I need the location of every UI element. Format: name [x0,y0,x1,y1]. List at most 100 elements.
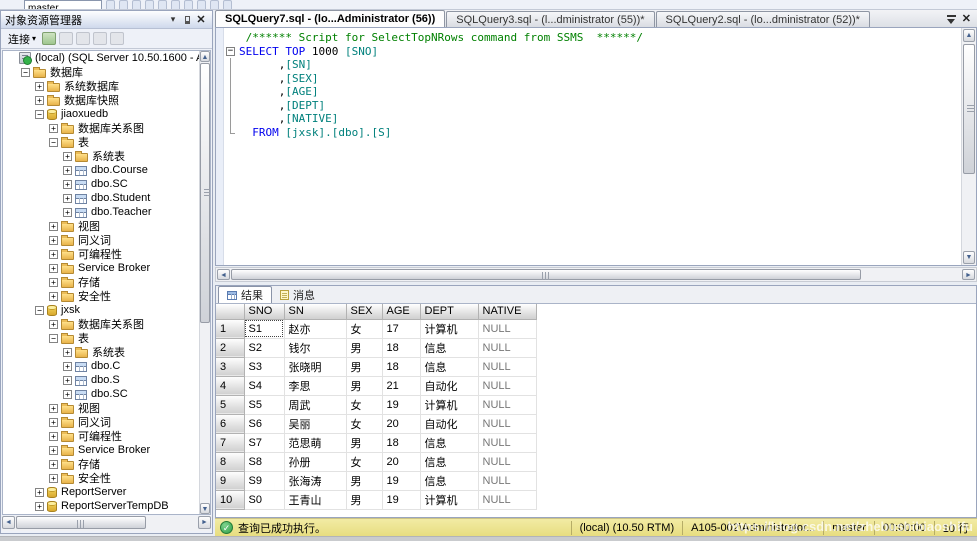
column-header-sn[interactable]: SN [284,304,346,319]
grid-cell[interactable]: 信息 [420,452,478,471]
execute-icon[interactable] [106,0,115,10]
expand-icon[interactable]: + [63,376,72,385]
connect-button[interactable]: 连接 ▾ [5,30,39,48]
row-number[interactable]: 5 [216,395,244,414]
grid-cell[interactable]: 信息 [420,338,478,357]
tree-item-dbo.s[interactable]: +dbo.S [3,373,199,387]
scroll-up-icon[interactable]: ▲ [963,29,975,42]
grid-cell[interactable]: 21 [382,376,420,395]
code-line[interactable]: ,[SN] [226,58,960,72]
expand-icon[interactable]: + [49,124,58,133]
expand-icon[interactable]: + [35,502,44,511]
debug-icon[interactable] [119,0,128,10]
toolbar-icon[interactable] [145,0,154,10]
close-icon[interactable]: ✕ [194,13,208,26]
database-combo[interactable] [24,0,102,10]
expand-icon[interactable]: + [49,404,58,413]
expand-icon[interactable]: + [63,390,72,399]
grid-cell[interactable]: S2 [244,338,284,357]
stop-icon[interactable] [59,32,73,45]
row-number[interactable]: 10 [216,490,244,509]
expand-icon[interactable]: + [63,362,72,371]
toolbar-icon[interactable] [197,0,206,10]
tree-item--[interactable]: +系统数据库 [3,79,199,93]
expand-icon[interactable]: + [49,236,58,245]
tree-item--[interactable]: +视图 [3,219,199,233]
grid-cell[interactable]: 张晓明 [284,357,346,376]
tree-item--[interactable]: +安全性 [3,471,199,485]
grid-cell[interactable]: 自动化 [420,376,478,395]
scroll-down-icon[interactable]: ▼ [963,251,975,264]
grid-cell[interactable]: NULL [478,433,536,452]
collapse-icon[interactable]: − [35,110,44,119]
tree-item-jxsk[interactable]: −jxsk [3,303,199,317]
row-number[interactable]: 2 [216,338,244,357]
grid-cell[interactable]: S8 [244,452,284,471]
grid-cell[interactable]: NULL [478,376,536,395]
grid-cell[interactable]: 女 [346,395,382,414]
scrollbar-thumb[interactable] [200,63,210,323]
tree-vertical-scrollbar[interactable]: ▲ ▼ [199,51,210,514]
tree-item--[interactable]: +同义词 [3,233,199,247]
scroll-left-icon[interactable]: ◄ [2,516,15,529]
grid-cell[interactable]: 信息 [420,433,478,452]
column-header-sex[interactable]: SEX [346,304,382,319]
toolbar-icon[interactable] [210,0,219,10]
grid-cell[interactable]: 20 [382,452,420,471]
results-tab-messages[interactable]: 消息 [272,286,323,303]
grid-cell[interactable]: 计算机 [420,490,478,509]
tree-item--[interactable]: +存储 [3,275,199,289]
disconnect-icon[interactable] [42,32,56,45]
grid-cell[interactable]: S1 [244,319,284,338]
collapse-icon[interactable]: − [49,138,58,147]
tree-item-reportserver[interactable]: +ReportServer [3,485,199,499]
expand-icon[interactable]: + [49,292,58,301]
tree-item--[interactable]: +安全性 [3,289,199,303]
tree-item--[interactable]: +数据库关系图 [3,317,199,331]
grid-cell[interactable]: 女 [346,452,382,471]
expand-icon[interactable]: + [49,432,58,441]
grid-cell[interactable]: 男 [346,490,382,509]
collapse-icon[interactable]: − [21,68,30,77]
grid-cell[interactable]: 男 [346,433,382,452]
tree-item--[interactable]: +数据库关系图 [3,121,199,135]
grid-cell[interactable]: 李思 [284,376,346,395]
grid-cell[interactable]: NULL [478,338,536,357]
expand-icon[interactable]: + [63,208,72,217]
grid-cell[interactable]: 男 [346,471,382,490]
grid-cell[interactable]: NULL [478,452,536,471]
grid-cell[interactable]: S9 [244,471,284,490]
expand-icon[interactable]: + [49,320,58,329]
grid-cell[interactable]: 王青山 [284,490,346,509]
scrollbar-thumb[interactable] [963,44,975,174]
grid-cell[interactable]: NULL [478,471,536,490]
grid-cell[interactable]: 19 [382,395,420,414]
grid-cell[interactable]: 18 [382,338,420,357]
document-tab-2[interactable]: SQLQuery3.sql - (l...dministrator (55))* [446,11,654,27]
grid-cell[interactable]: S3 [244,357,284,376]
tree-item--[interactable]: +可编程性 [3,429,199,443]
tree-item-service-broker[interactable]: +Service Broker [3,261,199,275]
row-number[interactable]: 3 [216,357,244,376]
collapse-icon[interactable]: − [49,334,58,343]
sql-code[interactable]: /****** Script for SelectTopNRows comman… [226,31,960,139]
grid-cell[interactable]: S7 [244,433,284,452]
fold-collapse-icon[interactable]: − [226,47,235,56]
row-number[interactable]: 4 [216,376,244,395]
tree-item-dbo.c[interactable]: +dbo.C [3,359,199,373]
grid-cell[interactable]: 20 [382,414,420,433]
grid-cell[interactable]: 男 [346,357,382,376]
code-line[interactable]: ,[SEX] [226,72,960,86]
refresh-icon[interactable] [76,32,90,45]
tree-item--[interactable]: +数据库快照 [3,93,199,107]
grid-cell[interactable]: S4 [244,376,284,395]
code-line[interactable]: −SELECT TOP 1000 [SNO] [226,45,960,59]
code-line[interactable]: FROM [jxsk].[dbo].[S] [226,126,960,140]
editor-vertical-scrollbar[interactable]: ▲ ▼ [961,28,976,265]
tree-item-dbo.teacher[interactable]: +dbo.Teacher [3,205,199,219]
grid-cell[interactable]: NULL [478,357,536,376]
grid-cell[interactable]: 吴丽 [284,414,346,433]
tree-item--[interactable]: +可编程性 [3,247,199,261]
row-number[interactable]: 8 [216,452,244,471]
expand-icon[interactable]: + [63,152,72,161]
